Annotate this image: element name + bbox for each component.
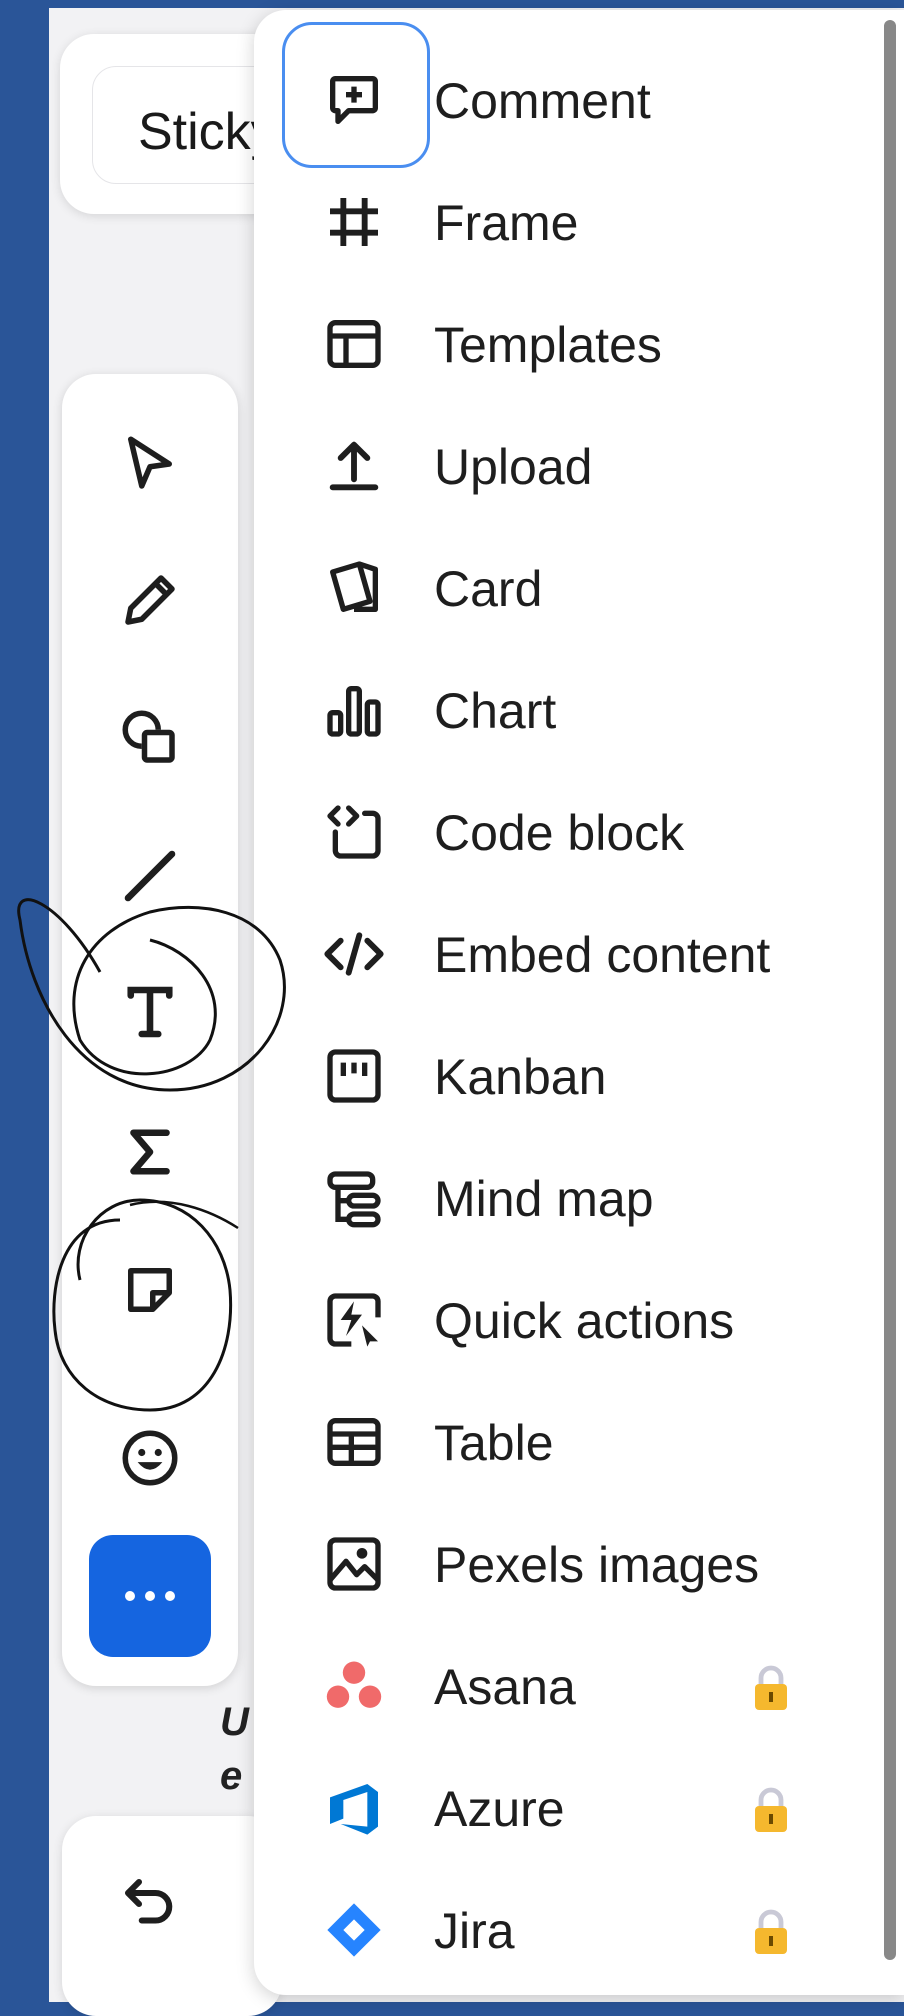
- card-icon: [330, 561, 378, 612]
- comment-plus-icon: [330, 76, 378, 124]
- emoji-tool-button[interactable]: [110, 1418, 190, 1498]
- menu-item-upload[interactable]: Upload: [300, 416, 860, 516]
- menu-item-templates[interactable]: Templates: [300, 294, 860, 394]
- line-tool-button[interactable]: [110, 836, 190, 916]
- asana-icon: [326, 1661, 382, 1708]
- text-icon: [127, 986, 173, 1038]
- frame-icon: [330, 198, 378, 246]
- menu-item-quick-actions[interactable]: Quick actions: [300, 1270, 860, 1370]
- lock-icon: [755, 1787, 787, 1832]
- menu-item-chart[interactable]: Chart: [300, 660, 860, 760]
- azure-icon: [330, 1784, 378, 1835]
- mind-map-icon: [327, 1171, 381, 1228]
- quick-actions-icon: [327, 1293, 381, 1347]
- formula-tool-button[interactable]: [110, 1112, 190, 1192]
- more-tools-button[interactable]: [89, 1535, 211, 1657]
- menu-item-card[interactable]: Card: [300, 538, 860, 638]
- text-tool-button[interactable]: [110, 972, 190, 1052]
- menu-item-label: Asana: [434, 1659, 576, 1715]
- pen-tool-button[interactable]: [110, 560, 190, 640]
- menu-item-azure[interactable]: Azure: [300, 1758, 860, 1858]
- menu-item-label: Azure: [434, 1781, 565, 1837]
- menu-item-label: Table: [434, 1415, 554, 1471]
- sticky-note-tool-button[interactable]: [110, 1250, 190, 1330]
- menu-item-label: Embed content: [434, 927, 771, 983]
- pen-icon: [125, 575, 175, 625]
- menu-item-asana[interactable]: Asana: [300, 1636, 860, 1736]
- menu-item-code-block[interactable]: Code block: [300, 782, 860, 882]
- menu-item-label: Upload: [434, 439, 593, 495]
- menu-item-label: Card: [434, 561, 543, 617]
- menu-item-label: Code block: [434, 805, 685, 861]
- line-icon: [124, 850, 176, 902]
- kanban-icon: [327, 1049, 381, 1103]
- menu-item-label: Jira: [434, 1903, 515, 1959]
- menu-item-label: Quick actions: [434, 1293, 735, 1349]
- menu-item-frame[interactable]: Frame: [300, 172, 860, 272]
- undo-button[interactable]: [110, 1864, 190, 1944]
- undo-icon: [124, 1878, 173, 1924]
- menu-item-mind-map[interactable]: Mind map: [300, 1148, 860, 1248]
- menu-item-label: Kanban: [434, 1049, 607, 1105]
- cursor-icon: [128, 436, 172, 489]
- sticky-note-icon: [128, 1268, 172, 1312]
- menu-item-pexels-images[interactable]: Pexels images: [300, 1514, 860, 1614]
- menu-item-label: Chart: [434, 683, 557, 739]
- menu-item-label: Comment: [434, 73, 651, 129]
- menu-item-label: Frame: [434, 195, 579, 251]
- menu-item-table[interactable]: Table: [300, 1392, 860, 1492]
- chart-icon: [327, 686, 381, 737]
- code-block-icon: [327, 805, 381, 859]
- lock-icon: [755, 1665, 787, 1710]
- more-dots-icon: [125, 1591, 175, 1601]
- select-tool-button[interactable]: [110, 424, 190, 504]
- menu-item-kanban[interactable]: Kanban: [300, 1026, 860, 1126]
- shapes-icon: [122, 710, 175, 763]
- menu-item-comment[interactable]: Comment: [300, 50, 860, 150]
- sigma-icon: [130, 1129, 170, 1175]
- lock-icon: [755, 1909, 787, 1954]
- menu-item-jira[interactable]: Jira: [300, 1880, 860, 1980]
- templates-icon: [327, 320, 381, 368]
- table-icon: [327, 1418, 381, 1466]
- embed-icon: [324, 932, 384, 976]
- canvas-text-line2: e: [220, 1754, 243, 1798]
- canvas-text-line1: U: [220, 1700, 249, 1744]
- menu-item-label: Templates: [434, 317, 662, 373]
- shapes-tool-button[interactable]: [110, 698, 190, 778]
- menu-item-label: Pexels images: [434, 1537, 760, 1593]
- menu-scrollbar[interactable]: [884, 20, 896, 1960]
- menu-item-label: Mind map: [434, 1171, 654, 1227]
- jira-icon: [327, 1903, 381, 1957]
- upload-icon: [329, 441, 379, 491]
- menu-item-embed-content[interactable]: Embed content: [300, 904, 860, 1004]
- emoji-icon: [122, 1430, 178, 1486]
- image-icon: [327, 1537, 381, 1591]
